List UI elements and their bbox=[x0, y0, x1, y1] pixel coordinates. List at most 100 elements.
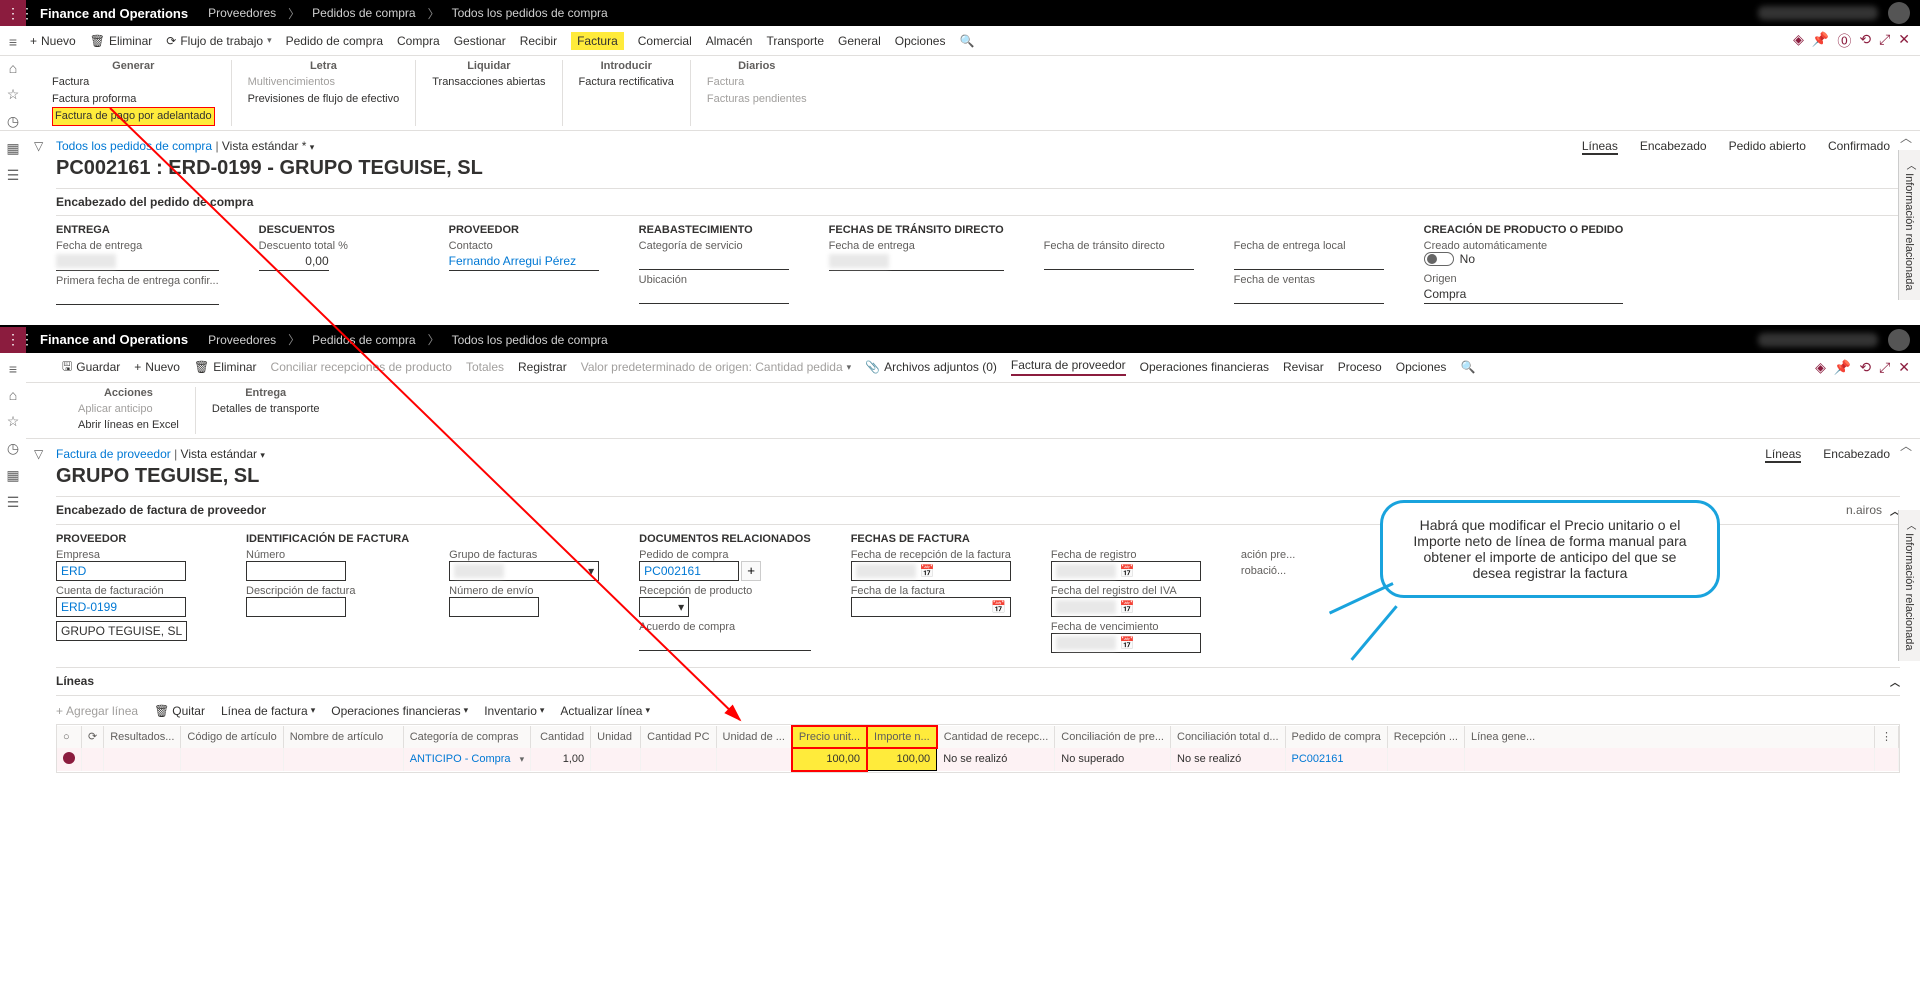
popout-icon[interactable]: ⤢ bbox=[1879, 31, 1890, 51]
waffle-icon[interactable]: ⋮⋮⋮ bbox=[0, 0, 26, 26]
crumb-2[interactable]: Pedidos de compra bbox=[306, 6, 421, 20]
rib-factura[interactable]: Factura bbox=[52, 74, 215, 91]
col-qty[interactable]: Cantidad bbox=[531, 726, 591, 748]
tab-encabezado[interactable]: Encabezado bbox=[1640, 139, 1707, 155]
col-item[interactable]: Código de artículo bbox=[181, 726, 283, 748]
finops-menu-2[interactable]: Operaciones financieras▾ bbox=[331, 704, 468, 718]
col-po[interactable]: Pedido de compra bbox=[1285, 726, 1387, 748]
row-selected-icon[interactable] bbox=[63, 752, 75, 764]
cell-amount[interactable]: 100,00 bbox=[867, 748, 937, 771]
avatar[interactable] bbox=[1888, 2, 1910, 24]
new-button[interactable]: +Nuevo bbox=[30, 34, 76, 48]
grid-row[interactable]: ANTICIPO - Compra ▾ 1,00 100,00 100,00 N… bbox=[57, 748, 1899, 771]
workflow-menu[interactable]: ⟳Flujo de trabajo▾ bbox=[166, 34, 271, 48]
warehouse-menu[interactable]: Almacén bbox=[706, 34, 753, 48]
bc-view[interactable]: Vista estándar * ▾ bbox=[222, 139, 314, 153]
options-menu[interactable]: Opciones bbox=[895, 34, 946, 48]
star-icon[interactable]: ☆ bbox=[7, 86, 20, 103]
col-price[interactable]: Precio unit... bbox=[792, 726, 867, 748]
toggle-creado[interactable]: No bbox=[1424, 252, 1475, 266]
filter-icon[interactable]: ▽ bbox=[34, 139, 43, 153]
fvenc-input[interactable]: x📅 bbox=[1051, 633, 1201, 653]
cell-po[interactable]: PC002161 bbox=[1285, 748, 1387, 771]
close-icon[interactable]: ✕ bbox=[1898, 31, 1910, 51]
pedido-input[interactable]: PC002161 bbox=[639, 561, 739, 581]
col-unitpc[interactable]: Unidad de ... bbox=[716, 726, 792, 748]
clock-icon[interactable]: ◷ bbox=[7, 113, 19, 130]
rib2-excel[interactable]: Abrir líneas en Excel bbox=[78, 417, 179, 434]
col-sel[interactable]: ○ bbox=[57, 726, 82, 748]
numero-input[interactable] bbox=[246, 561, 346, 581]
bc-link[interactable]: Todos los pedidos de compra bbox=[56, 139, 212, 153]
new-button-2[interactable]: +Nuevo bbox=[134, 360, 180, 374]
cell-cat[interactable]: ANTICIPO - Compra ▾ bbox=[403, 748, 530, 771]
general-menu[interactable]: General bbox=[838, 34, 881, 48]
recep-input[interactable]: ▾ bbox=[639, 597, 689, 617]
vendor-invoice-tab[interactable]: Factura de proveedor bbox=[1011, 358, 1126, 376]
save-button[interactable]: 🖫Guardar bbox=[62, 357, 120, 378]
invline-menu[interactable]: Línea de factura▾ bbox=[221, 704, 315, 718]
cell-price[interactable]: 100,00 bbox=[792, 748, 867, 771]
expand-up-icon[interactable]: ︿ bbox=[1900, 129, 1912, 146]
commercial-menu[interactable]: Comercial bbox=[638, 34, 692, 48]
po-menu[interactable]: Pedido de compra bbox=[286, 34, 383, 48]
lines-header[interactable]: Líneas︿ bbox=[56, 667, 1900, 696]
rib-prepayment[interactable]: Factura de pago por adelantado bbox=[52, 107, 215, 126]
module-icon[interactable]: ▦ bbox=[6, 467, 19, 484]
fr-input[interactable]: x📅 bbox=[1051, 561, 1201, 581]
manage-menu[interactable]: Gestionar bbox=[454, 34, 506, 48]
tab-lineas[interactable]: Líneas bbox=[1582, 139, 1618, 155]
register-button[interactable]: Registrar bbox=[518, 360, 567, 374]
col-recqty[interactable]: Cantidad de recepc... bbox=[937, 726, 1055, 748]
popout-icon[interactable]: ⤢ bbox=[1879, 359, 1890, 376]
purchase-menu[interactable]: Compra bbox=[397, 34, 440, 48]
inventory-menu[interactable]: Inventario▾ bbox=[484, 704, 544, 718]
waffle-icon-2[interactable]: ⋮⋮⋮ bbox=[0, 327, 26, 353]
search-icon-2[interactable]: 🔍 bbox=[1460, 360, 1475, 374]
cuenta-input[interactable]: ERD-0199 bbox=[56, 597, 186, 617]
descfac-input[interactable] bbox=[246, 597, 346, 617]
options-menu-2[interactable]: Opciones bbox=[1396, 360, 1447, 374]
grupo-select[interactable]: x▾ bbox=[449, 561, 599, 581]
star-icon[interactable]: ☆ bbox=[7, 413, 20, 430]
tab-encabezado-2[interactable]: Encabezado bbox=[1823, 447, 1890, 463]
col-recep[interactable]: Recepción ... bbox=[1387, 726, 1464, 748]
tab-confirmado[interactable]: Confirmado bbox=[1828, 139, 1890, 155]
related-info-tab-2[interactable]: 〈 Información relacionada bbox=[1898, 510, 1920, 660]
friva-input[interactable]: x📅 bbox=[1051, 597, 1201, 617]
list-icon[interactable]: ☰ bbox=[7, 167, 20, 184]
col-cat[interactable]: Categoría de compras bbox=[403, 726, 530, 748]
menu-icon[interactable]: ≡ bbox=[9, 361, 17, 377]
ff1-input[interactable]: x📅 bbox=[851, 561, 1011, 581]
section-header[interactable]: Encabezado del pedido de compra bbox=[56, 188, 1900, 216]
process-menu[interactable]: Proceso bbox=[1338, 360, 1382, 374]
col-match1[interactable]: Conciliación de pre... bbox=[1055, 726, 1171, 748]
refresh-icon[interactable]: ⟲ bbox=[1859, 31, 1871, 51]
avatar-2[interactable] bbox=[1888, 329, 1910, 351]
transport-menu[interactable]: Transporte bbox=[766, 34, 824, 48]
search-icon[interactable]: 🔍 bbox=[959, 34, 974, 48]
module-icon[interactable]: ▦ bbox=[6, 140, 19, 157]
rib-proforma[interactable]: Factura proforma bbox=[52, 91, 215, 108]
rib2-transporte[interactable]: Detalles de transporte bbox=[212, 401, 320, 418]
nombre-input[interactable]: GRUPO TEGUISE, SL bbox=[56, 621, 187, 641]
empresa-input[interactable]: ERD bbox=[56, 561, 186, 581]
col-netamt[interactable]: Importe n... bbox=[867, 726, 937, 748]
crumb-3[interactable]: Todos los pedidos de compra bbox=[446, 6, 614, 20]
close-icon[interactable]: ✕ bbox=[1898, 359, 1910, 376]
bc-view-2[interactable]: Vista estándar ▾ bbox=[181, 447, 265, 461]
col-unit[interactable]: Unidad bbox=[591, 726, 641, 748]
diamond-icon[interactable]: ◈ bbox=[1793, 31, 1804, 51]
review-menu[interactable]: Revisar bbox=[1283, 360, 1324, 374]
finops-menu[interactable]: Operaciones financieras bbox=[1140, 360, 1269, 374]
default-dropdown[interactable]: Valor predeterminado de origen: Cantidad… bbox=[581, 360, 852, 374]
rib-opentrans[interactable]: Transacciones abiertas bbox=[432, 74, 545, 91]
receive-menu[interactable]: Recibir bbox=[520, 34, 557, 48]
badge-icon[interactable]: ⓪ bbox=[1837, 31, 1851, 51]
delete-button[interactable]: 🗑Eliminar bbox=[90, 34, 153, 48]
expand-up-2[interactable]: ︿ bbox=[1900, 437, 1912, 454]
col-more[interactable]: ⋮ bbox=[1875, 726, 1899, 748]
update-menu[interactable]: Actualizar línea▾ bbox=[560, 704, 650, 718]
fv-contacto[interactable]: Fernando Arregui Pérez bbox=[449, 252, 599, 271]
col-results[interactable]: Resultados... bbox=[104, 726, 181, 748]
